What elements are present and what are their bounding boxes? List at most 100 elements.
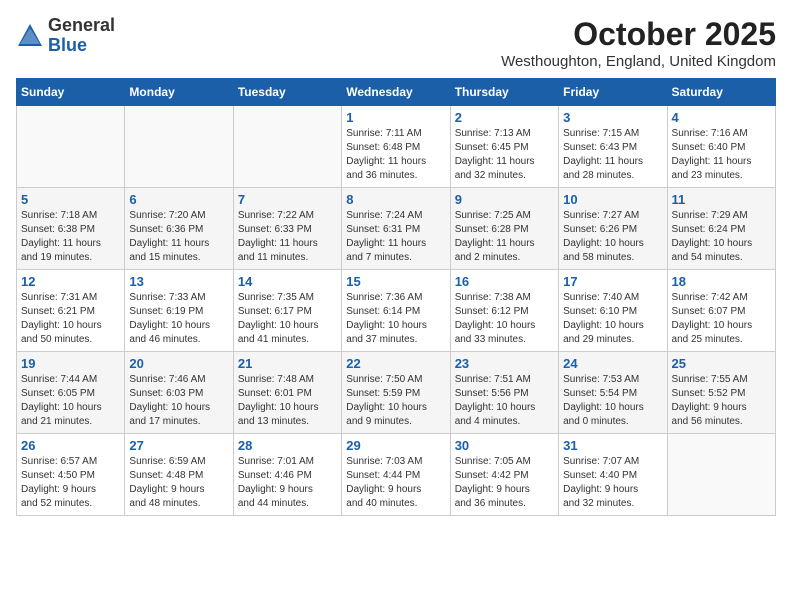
calendar-cell: 18Sunrise: 7:42 AM Sunset: 6:07 PM Dayli… xyxy=(667,270,775,352)
day-number: 13 xyxy=(129,274,228,289)
calendar-cell: 3 Sunrise: 7:15 AM Sunset: 6:43 PM Daylig… xyxy=(559,106,667,188)
calendar-cell: 12 Sunrise: 7:31 AM Sunset: 6:21 PM Dayli… xyxy=(17,270,125,352)
day-number: 25 xyxy=(672,356,771,371)
day-number: 22 xyxy=(346,356,445,371)
day-info: Sunrise: 7:35 AM Sunset: 6:17 PM Dayligh… xyxy=(238,291,337,347)
week-row-1: 1 Sunrise: 7:11 AM Sunset: 6:48 PM Daylig… xyxy=(17,106,776,188)
day-info: Sunrise: 7:55 AM Sunset: 5:52 PM Dayligh… xyxy=(672,373,771,429)
day-number: 17 xyxy=(563,274,662,289)
day-info: Sunrise: 7:15 AM Sunset: 6:43 PM Dayligh… xyxy=(563,127,662,183)
day-info: Sunrise: 6:59 AM Sunset: 4:48 PM Dayligh… xyxy=(129,455,228,511)
day-info: Sunrise: 7:40 AM Sunset: 6:10 PM Dayligh… xyxy=(563,291,662,347)
calendar-cell: 14Sunrise: 7:35 AM Sunset: 6:17 PM Dayli… xyxy=(233,270,341,352)
day-info: Sunrise: 7:46 AM Sunset: 6:03 PM Dayligh… xyxy=(129,373,228,429)
calendar-cell: 31 Sunrise: 7:07 AM Sunset: 4:40 PM Dayli… xyxy=(559,434,667,516)
day-number: 12 xyxy=(21,274,120,289)
day-info: Sunrise: 7:33 AM Sunset: 6:19 PM Dayligh… xyxy=(129,291,228,347)
logo-general: General xyxy=(48,15,115,35)
calendar-cell xyxy=(125,106,233,188)
calendar-cell: 26Sunrise: 6:57 AM Sunset: 4:50 PM Dayli… xyxy=(17,434,125,516)
day-number: 15 xyxy=(346,274,445,289)
calendar-cell: 7 Sunrise: 7:22 AM Sunset: 6:33 PM Daylig… xyxy=(233,188,341,270)
day-number: 1 xyxy=(346,110,445,125)
calendar-cell: 2 Sunrise: 7:13 AM Sunset: 6:45 PM Daylig… xyxy=(450,106,558,188)
day-info: Sunrise: 7:03 AM Sunset: 4:44 PM Dayligh… xyxy=(346,455,445,511)
week-row-3: 12 Sunrise: 7:31 AM Sunset: 6:21 PM Dayli… xyxy=(17,270,776,352)
calendar-cell: 4 Sunrise: 7:16 AM Sunset: 6:40 PM Daylig… xyxy=(667,106,775,188)
day-info: Sunrise: 7:11 AM Sunset: 6:48 PM Dayligh… xyxy=(346,127,445,183)
day-info: Sunrise: 7:48 AM Sunset: 6:01 PM Dayligh… xyxy=(238,373,337,429)
calendar-cell: 13 Sunrise: 7:33 AM Sunset: 6:19 PM Dayli… xyxy=(125,270,233,352)
day-number: 23 xyxy=(455,356,554,371)
calendar-table: SundayMondayTuesdayWednesdayThursdayFrid… xyxy=(16,78,776,516)
day-number: 4 xyxy=(672,110,771,125)
calendar-cell xyxy=(17,106,125,188)
day-number: 24 xyxy=(563,356,662,371)
calendar-cell: 6Sunrise: 7:20 AM Sunset: 6:36 PM Daylig… xyxy=(125,188,233,270)
calendar-cell: 21 Sunrise: 7:48 AM Sunset: 6:01 PM Dayli… xyxy=(233,352,341,434)
calendar-cell: 16 Sunrise: 7:38 AM Sunset: 6:12 PM Dayli… xyxy=(450,270,558,352)
calendar-cell: 11 Sunrise: 7:29 AM Sunset: 6:24 PM Dayli… xyxy=(667,188,775,270)
calendar-cell: 24 Sunrise: 7:53 AM Sunset: 5:54 PM Dayli… xyxy=(559,352,667,434)
day-header-saturday: Saturday xyxy=(667,79,775,106)
day-info: Sunrise: 6:57 AM Sunset: 4:50 PM Dayligh… xyxy=(21,455,120,511)
day-number: 10 xyxy=(563,192,662,207)
day-number: 5 xyxy=(21,192,120,207)
day-number: 9 xyxy=(455,192,554,207)
calendar-cell: 5 Sunrise: 7:18 AM Sunset: 6:38 PM Daylig… xyxy=(17,188,125,270)
day-info: Sunrise: 7:22 AM Sunset: 6:33 PM Dayligh… xyxy=(238,209,337,265)
calendar-cell: 15 Sunrise: 7:36 AM Sunset: 6:14 PM Dayli… xyxy=(342,270,450,352)
calendar-cell: 9 Sunrise: 7:25 AM Sunset: 6:28 PM Daylig… xyxy=(450,188,558,270)
logo-blue: Blue xyxy=(48,35,87,55)
day-header-thursday: Thursday xyxy=(450,79,558,106)
title-block: October 2025 Westhoughton, England, Unit… xyxy=(501,16,776,70)
calendar-cell: 25 Sunrise: 7:55 AM Sunset: 5:52 PM Dayli… xyxy=(667,352,775,434)
day-info: Sunrise: 7:50 AM Sunset: 5:59 PM Dayligh… xyxy=(346,373,445,429)
day-number: 3 xyxy=(563,110,662,125)
day-number: 29 xyxy=(346,438,445,453)
day-info: Sunrise: 7:38 AM Sunset: 6:12 PM Dayligh… xyxy=(455,291,554,347)
day-info: Sunrise: 7:29 AM Sunset: 6:24 PM Dayligh… xyxy=(672,209,771,265)
week-row-5: 26Sunrise: 6:57 AM Sunset: 4:50 PM Dayli… xyxy=(17,434,776,516)
day-number: 30 xyxy=(455,438,554,453)
calendar-subtitle: Westhoughton, England, United Kingdom xyxy=(501,53,776,70)
calendar-header: General Blue October 2025 Westhoughton, … xyxy=(16,16,776,70)
day-info: Sunrise: 7:16 AM Sunset: 6:40 PM Dayligh… xyxy=(672,127,771,183)
day-number: 2 xyxy=(455,110,554,125)
calendar-cell: 28Sunrise: 7:01 AM Sunset: 4:46 PM Dayli… xyxy=(233,434,341,516)
day-info: Sunrise: 7:31 AM Sunset: 6:21 PM Dayligh… xyxy=(21,291,120,347)
week-row-2: 5 Sunrise: 7:18 AM Sunset: 6:38 PM Daylig… xyxy=(17,188,776,270)
day-info: Sunrise: 7:18 AM Sunset: 6:38 PM Dayligh… xyxy=(21,209,120,265)
day-header-friday: Friday xyxy=(559,79,667,106)
day-header-wednesday: Wednesday xyxy=(342,79,450,106)
week-row-4: 19Sunrise: 7:44 AM Sunset: 6:05 PM Dayli… xyxy=(17,352,776,434)
day-info: Sunrise: 7:24 AM Sunset: 6:31 PM Dayligh… xyxy=(346,209,445,265)
calendar-cell: 29 Sunrise: 7:03 AM Sunset: 4:44 PM Dayli… xyxy=(342,434,450,516)
calendar-cell: 8Sunrise: 7:24 AM Sunset: 6:31 PM Daylig… xyxy=(342,188,450,270)
calendar-cell: 23 Sunrise: 7:51 AM Sunset: 5:56 PM Dayli… xyxy=(450,352,558,434)
day-info: Sunrise: 7:13 AM Sunset: 6:45 PM Dayligh… xyxy=(455,127,554,183)
calendar-cell: 17 Sunrise: 7:40 AM Sunset: 6:10 PM Dayli… xyxy=(559,270,667,352)
day-info: Sunrise: 7:53 AM Sunset: 5:54 PM Dayligh… xyxy=(563,373,662,429)
day-number: 18 xyxy=(672,274,771,289)
calendar-cell: 30 Sunrise: 7:05 AM Sunset: 4:42 PM Dayli… xyxy=(450,434,558,516)
day-info: Sunrise: 7:36 AM Sunset: 6:14 PM Dayligh… xyxy=(346,291,445,347)
day-number: 19 xyxy=(21,356,120,371)
day-number: 16 xyxy=(455,274,554,289)
day-info: Sunrise: 7:05 AM Sunset: 4:42 PM Dayligh… xyxy=(455,455,554,511)
calendar-cell xyxy=(667,434,775,516)
day-info: Sunrise: 7:25 AM Sunset: 6:28 PM Dayligh… xyxy=(455,209,554,265)
logo: General Blue xyxy=(16,16,115,56)
day-number: 11 xyxy=(672,192,771,207)
day-info: Sunrise: 7:20 AM Sunset: 6:36 PM Dayligh… xyxy=(129,209,228,265)
day-number: 7 xyxy=(238,192,337,207)
day-info: Sunrise: 7:51 AM Sunset: 5:56 PM Dayligh… xyxy=(455,373,554,429)
calendar-cell: 22 Sunrise: 7:50 AM Sunset: 5:59 PM Dayli… xyxy=(342,352,450,434)
day-number: 21 xyxy=(238,356,337,371)
logo-icon xyxy=(16,22,44,50)
day-number: 31 xyxy=(563,438,662,453)
day-number: 27 xyxy=(129,438,228,453)
day-info: Sunrise: 7:07 AM Sunset: 4:40 PM Dayligh… xyxy=(563,455,662,511)
day-header-monday: Monday xyxy=(125,79,233,106)
calendar-cell: 19Sunrise: 7:44 AM Sunset: 6:05 PM Dayli… xyxy=(17,352,125,434)
